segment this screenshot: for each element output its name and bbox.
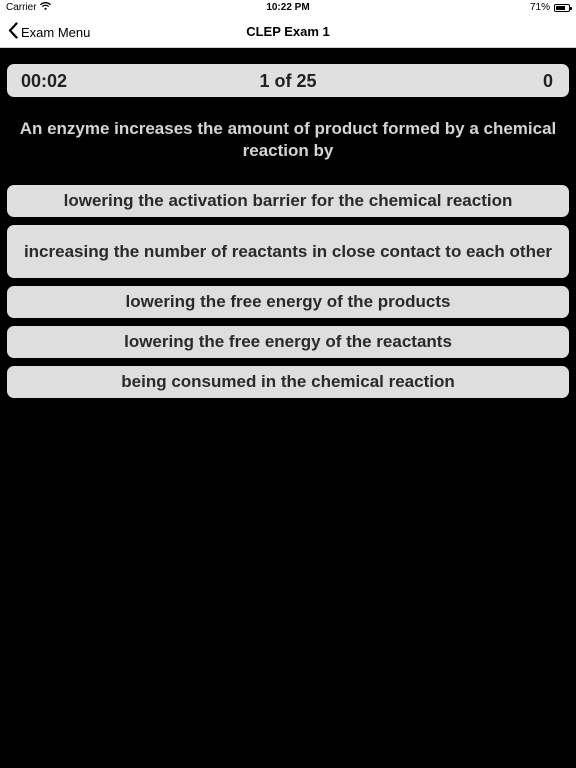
exam-info-bar: 00:02 1 of 25 0 <box>7 64 569 97</box>
question-text: An enzyme increases the amount of produc… <box>19 119 557 160</box>
question-progress: 1 of 25 <box>259 71 317 91</box>
battery-level <box>556 5 565 10</box>
battery-percent: 71% <box>529 2 550 13</box>
answer-option-4[interactable]: lowering the free energy of the reactant… <box>7 326 569 358</box>
navigation-bar: Exam Menu CLEP Exam 1 <box>0 16 576 48</box>
score: 0 <box>542 71 553 91</box>
status-bar: Carrier 10:22 PM 71% <box>0 0 576 16</box>
answer-option-2[interactable]: increasing the number of reactants in cl… <box>7 225 569 278</box>
status-right: 71% <box>529 2 572 13</box>
answer-option-1[interactable]: lowering the activation barrier for the … <box>7 185 569 217</box>
battery-icon <box>554 3 572 12</box>
page-title: CLEP Exam 1 <box>246 24 330 39</box>
status-time: 10:22 PM <box>266 2 310 13</box>
answer-option-5[interactable]: being consumed in the chemical reaction <box>7 366 569 398</box>
answer-option-3[interactable]: lowering the free energy of the products <box>7 286 569 318</box>
